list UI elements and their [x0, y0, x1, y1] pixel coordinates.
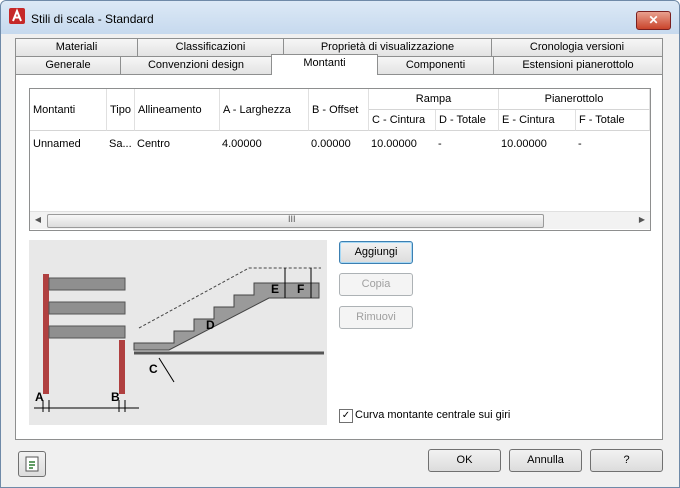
- label-e: E: [271, 282, 280, 296]
- ok-button[interactable]: OK: [428, 449, 501, 472]
- label-b: B: [111, 390, 120, 404]
- tab-materiali[interactable]: Materiali: [15, 38, 138, 56]
- add-button[interactable]: Aggiungi: [339, 241, 413, 264]
- column-header-allineamento[interactable]: Allineamento: [135, 89, 220, 131]
- horizontal-scrollbar[interactable]: ◀ III ▶: [30, 211, 650, 229]
- help-icon: [25, 456, 39, 472]
- scroll-right-icon[interactable]: ▶: [637, 215, 647, 225]
- tab-estensioni-pianerottolo[interactable]: Estensioni pianerottolo: [493, 56, 663, 74]
- cancel-button[interactable]: Annulla: [509, 449, 582, 472]
- title-bar[interactable]: Stili di scala - Standard ✕: [1, 1, 679, 34]
- close-button[interactable]: ✕: [636, 11, 671, 30]
- cell-tipo[interactable]: Sa...: [109, 138, 132, 150]
- group-header-pianerottolo: Pianerottolo: [499, 89, 650, 110]
- label-a: A: [35, 390, 44, 404]
- label-f: F: [297, 282, 305, 296]
- cell-c-cintura[interactable]: 10.00000: [371, 138, 417, 150]
- cell-allineamento[interactable]: Centro: [137, 138, 170, 150]
- column-header-montanti[interactable]: Montanti: [30, 89, 107, 131]
- tab-convenzioni-design[interactable]: Convenzioni design: [120, 56, 272, 74]
- tab-montanti[interactable]: Montanti: [271, 54, 378, 75]
- cell-d-totale[interactable]: -: [438, 138, 442, 150]
- group-header-rampa: Rampa: [369, 89, 499, 110]
- cell-f-totale[interactable]: -: [578, 138, 582, 150]
- column-header-c-cintura[interactable]: C - Cintura: [369, 110, 436, 131]
- scroll-grip-icon: III: [288, 214, 296, 224]
- autocad-app-icon: [9, 8, 25, 24]
- window-title: Stili di scala - Standard: [31, 12, 154, 26]
- scrollbar-thumb[interactable]: III: [47, 214, 544, 228]
- tab-cronologia-versioni[interactable]: Cronologia versioni: [491, 38, 663, 56]
- column-header-f-totale[interactable]: F - Totale: [576, 110, 650, 131]
- cell-e-cintura[interactable]: 10.00000: [501, 138, 547, 150]
- remove-button[interactable]: Rimuovi: [339, 306, 413, 329]
- cell-larghezza[interactable]: 4.00000: [222, 138, 262, 150]
- stringer-illustration: A B C D E F: [29, 240, 327, 425]
- help-button[interactable]: ?: [590, 449, 663, 472]
- tab-classificazioni[interactable]: Classificazioni: [137, 38, 284, 56]
- stringers-table[interactable]: Montanti Tipo Allineamento A - Larghezza…: [29, 88, 651, 231]
- tab-generale[interactable]: Generale: [15, 56, 121, 74]
- column-header-larghezza[interactable]: A - Larghezza: [220, 89, 309, 131]
- scroll-left-icon[interactable]: ◀: [33, 215, 43, 225]
- help-button-left[interactable]: [18, 451, 46, 477]
- stair-diagram: [34, 267, 324, 412]
- label-c: C: [149, 362, 158, 376]
- copy-button[interactable]: Copia: [339, 273, 413, 296]
- column-header-tipo[interactable]: Tipo: [107, 89, 135, 131]
- cell-montanti[interactable]: Unnamed: [33, 138, 81, 150]
- center-stringer-curve-checkbox[interactable]: ✓: [339, 409, 353, 423]
- column-header-offset[interactable]: B - Offset: [309, 89, 369, 131]
- center-stringer-curve-label: Curva montante centrale sui giri: [355, 409, 511, 421]
- column-header-d-totale[interactable]: D - Totale: [436, 110, 499, 131]
- column-header-e-cintura[interactable]: E - Cintura: [499, 110, 576, 131]
- cell-offset[interactable]: 0.00000: [311, 138, 351, 150]
- label-d: D: [206, 318, 215, 332]
- tab-componenti[interactable]: Componenti: [377, 56, 494, 74]
